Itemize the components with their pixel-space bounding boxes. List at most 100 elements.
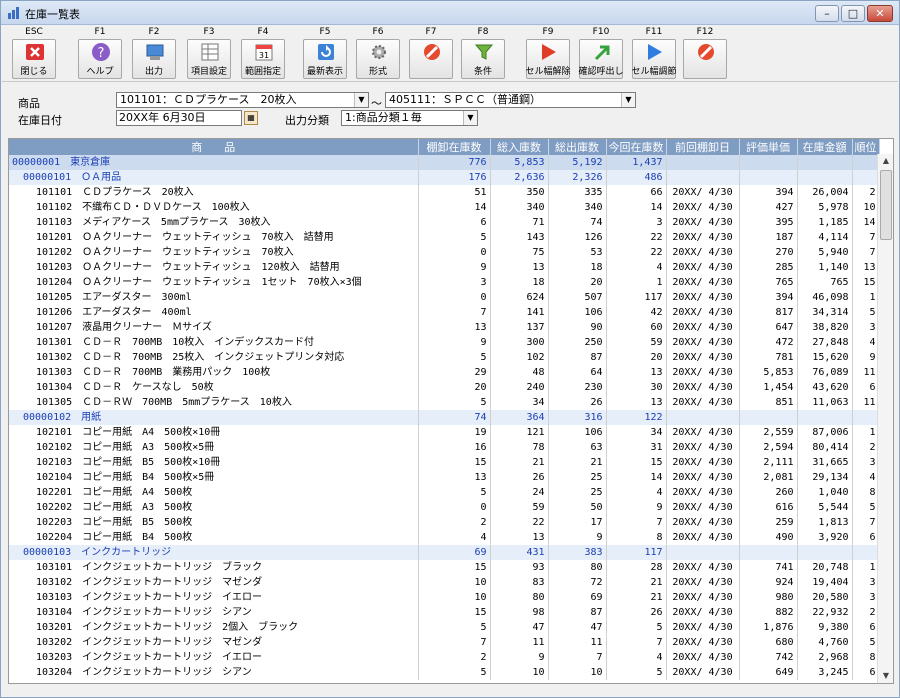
- cell-c3: 90: [548, 320, 607, 335]
- cell-c8: 11: [852, 365, 880, 380]
- table-row[interactable]: 101303 ＣＤ－Ｒ 700MB 業務用パック 100枚 29 48 64 13 20X…: [9, 365, 880, 380]
- cell-c1: 7: [418, 305, 491, 320]
- toolbar-button-f1[interactable]: F1 ? ヘルプ: [74, 26, 126, 82]
- toolbar-button-face[interactable]: 閉じる: [12, 39, 56, 79]
- inventory-grid[interactable]: 商 品棚卸在庫数 総入庫数 総出庫数 今回在庫数 前回棚卸日 評価単価 在庫金額 順位 000…: [8, 138, 894, 684]
- table-row[interactable]: 103101 インクジェットカートリッジ ブラック 15 93 80 28 20XX/ 4…: [9, 560, 880, 575]
- column-header[interactable]: 総入庫数: [490, 139, 549, 155]
- toolbar-button-face[interactable]: 項目設定: [187, 39, 231, 79]
- table-row[interactable]: 103201 インクジェットカートリッジ 2個入 ブラック 5 47 47 5 20XX/…: [9, 620, 880, 635]
- table-row[interactable]: 101305 ＣＤ－ＲＷ 700MB 5mmプラケース 10枚入 5 34 26 13 2…: [9, 395, 880, 410]
- column-header[interactable]: 棚卸在庫数: [418, 139, 491, 155]
- table-row[interactable]: 101202 ＯＡクリーナー ウェットティッシュ 70枚入 0 75 53 22 20XX…: [9, 245, 880, 260]
- column-header[interactable]: 評価単価: [739, 139, 798, 155]
- toolbar-button-f4[interactable]: F4 31 範囲指定: [237, 26, 289, 82]
- cell-c1: 5: [418, 620, 491, 635]
- column-header[interactable]: 順位: [852, 139, 880, 155]
- column-header[interactable]: 在庫金額: [797, 139, 853, 155]
- table-row[interactable]: 101204 ＯＡクリーナー ウェットティッシュ 1セット 70枚入×3個 3 18…: [9, 275, 880, 290]
- toolbar-button-f11[interactable]: F11 セル幅調節: [628, 26, 680, 82]
- toolbar-button-f2[interactable]: F2 出力: [128, 26, 180, 82]
- product-name: インクジェットカートリッジ イエロー: [82, 651, 263, 663]
- group-row[interactable]: 00000001 東京倉庫 776 5,853 5,192 1,437: [9, 155, 880, 170]
- close-window-button[interactable]: ✕: [867, 5, 893, 22]
- toolbar-button-face[interactable]: [409, 39, 453, 79]
- table-row[interactable]: 101301 ＣＤ－Ｒ 700MB 10枚入 インデックスカード付 9 300 250…: [9, 335, 880, 350]
- table-row[interactable]: 101203 ＯＡクリーナー ウェットティッシュ 120枚入 詰替用 9 13 18 4…: [9, 260, 880, 275]
- group-row[interactable]: 00000102 用紙 74 364 316 122: [9, 410, 880, 425]
- toolbar-button-f7[interactable]: F7: [405, 26, 457, 82]
- table-row[interactable]: 102101 コピー用紙 A4 500枚×10冊 19 121 106 34 20XX/ …: [9, 425, 880, 440]
- scroll-thumb[interactable]: [880, 170, 892, 240]
- table-row[interactable]: 103202 インクジェットカートリッジ マゼンダ 7 11 11 7 20XX/ 4/3…: [9, 635, 880, 650]
- vertical-scrollbar[interactable]: ▲ ▼: [877, 154, 893, 683]
- table-row[interactable]: 101103 メディアケース 5mmプラケース 30枚入 6 71 74 3 20XX/ …: [9, 215, 880, 230]
- group-row[interactable]: 00000101 ＯＡ用品 176 2,636 2,326 486: [9, 170, 880, 185]
- column-header[interactable]: 総出庫数: [548, 139, 607, 155]
- table-row[interactable]: 101102 不織布ＣＤ・ＤＶＤケース 100枚入 14 340 340 14 20XX/…: [9, 200, 880, 215]
- table-row[interactable]: 102204 コピー用紙 B4 500枚 4 13 9 8 20XX/ 4/30 490 3,…: [9, 530, 880, 545]
- table-row[interactable]: 103203 インクジェットカートリッジ イエロー 2 9 7 4 20XX/ 4/30 7…: [9, 650, 880, 665]
- product-name: ＣＤ－Ｒ ケースなし 50枚: [82, 381, 214, 393]
- toolbar-button-face[interactable]: 最新表示: [303, 39, 347, 79]
- table-row[interactable]: 101101 ＣＤプラケース 20枚入 51 350 335 66 20XX/ 4/30 3…: [9, 185, 880, 200]
- svg-text:?: ?: [98, 46, 105, 61]
- toolbar-button-face[interactable]: 条件: [461, 39, 505, 79]
- table-row[interactable]: 102104 コピー用紙 B4 500枚×5冊 13 26 25 14 20XX/ 4/3…: [9, 470, 880, 485]
- toolbar-button-face[interactable]: [683, 39, 727, 79]
- toolbar-button-f12[interactable]: F12: [679, 26, 731, 82]
- toolbar-button-face[interactable]: 確認呼出し: [578, 39, 624, 79]
- table-row[interactable]: 103204 インクジェットカートリッジ シアン 5 10 10 5 20XX/ 4/30…: [9, 665, 880, 680]
- output-class-select[interactable]: 1:商品分類１毎 ▼: [341, 110, 478, 126]
- table-row[interactable]: 103104 インクジェットカートリッジ シアン 15 98 87 26 20XX/ 4/…: [9, 605, 880, 620]
- toolbar-button-f6[interactable]: F6 形式: [352, 26, 404, 82]
- product-name: コピー用紙 A3 500枚: [82, 501, 193, 513]
- inventory-date-field[interactable]: 20XX年 6月30日: [116, 110, 242, 126]
- table-row[interactable]: 102103 コピー用紙 B5 500枚×10冊 15 21 21 15 20XX/ 4/…: [9, 455, 880, 470]
- table-row[interactable]: 102203 コピー用紙 B5 500枚 2 22 17 7 20XX/ 4/30 259 1…: [9, 515, 880, 530]
- table-row[interactable]: 102102 コピー用紙 A3 500枚×5冊 16 78 63 31 20XX/ 4/3…: [9, 440, 880, 455]
- maximize-button[interactable]: □: [841, 5, 865, 22]
- toolbar-button-f8[interactable]: F8 条件: [457, 26, 509, 82]
- toolbar-button-esc[interactable]: ESC 閉じる: [8, 26, 60, 82]
- toolbar-button-face[interactable]: セル幅解除: [525, 39, 571, 79]
- product-to-select[interactable]: 405111：ＳＰＣＣ（普通鋼） ▼: [385, 92, 636, 108]
- toolbar-button-f10[interactable]: F10 確認呼出し: [575, 26, 627, 82]
- table-row[interactable]: 103103 インクジェットカートリッジ イエロー 10 80 69 21 20XX/ 4…: [9, 590, 880, 605]
- table-row[interactable]: 101201 ＯＡクリーナー ウェットティッシュ 70枚入 詰替用 5 143 126…: [9, 230, 880, 245]
- toolbar-button-f5[interactable]: F5 最新表示: [299, 26, 351, 82]
- cell-c7: 9,380: [797, 620, 853, 635]
- toolbar-button-face[interactable]: 31 範囲指定: [241, 39, 285, 79]
- column-header[interactable]: 今回在庫数: [606, 139, 667, 155]
- table-row[interactable]: 101206 エアーダスター 400ml 7 141 106 42 20XX/ 4/30 8…: [9, 305, 880, 320]
- column-header[interactable]: 商 品: [9, 139, 419, 155]
- product-from-select[interactable]: 101101：ＣＤプラケース 20枚入 ▼: [116, 92, 369, 108]
- cell-c3: 316: [548, 410, 607, 425]
- cell-c6: 2,559: [739, 425, 798, 440]
- table-row[interactable]: 101205 エアーダスター 300ml 0 624 507 117 20XX/ 4/30…: [9, 290, 880, 305]
- column-header[interactable]: 前回棚卸日: [666, 139, 740, 155]
- table-row[interactable]: 102202 コピー用紙 A3 500枚 0 59 50 9 20XX/ 4/30 616 5…: [9, 500, 880, 515]
- table-row[interactable]: 101302 ＣＤ－Ｒ 700MB 25枚入 インクジェットプリンタ対応 5 102…: [9, 350, 880, 365]
- table-row[interactable]: 101304 ＣＤ－Ｒ ケースなし 50枚 20 240 230 30 20XX/ 4/3…: [9, 380, 880, 395]
- toolbar-button-face[interactable]: ? ヘルプ: [78, 39, 122, 79]
- toolbar-button-f3[interactable]: F3 項目設定: [183, 26, 235, 82]
- cell-c7: 2,968: [797, 650, 853, 665]
- scroll-up-icon[interactable]: ▲: [879, 154, 893, 168]
- minimize-button[interactable]: –: [815, 5, 839, 22]
- table-row[interactable]: 102201 コピー用紙 A4 500枚 5 24 25 4 20XX/ 4/30 260 1…: [9, 485, 880, 500]
- function-key-label: F1: [94, 27, 106, 37]
- cell-c6: 395: [739, 215, 798, 230]
- calendar-icon[interactable]: ▦: [244, 111, 258, 125]
- toolbar-button-face[interactable]: 出力: [132, 39, 176, 79]
- table-row[interactable]: 103102 インクジェットカートリッジ マゼンダ 10 83 72 21 20XX/ 4…: [9, 575, 880, 590]
- table-row[interactable]: 101207 液晶用クリーナー Ｍサイズ 13 137 90 60 20XX/ 4/30 6…: [9, 320, 880, 335]
- toolbar-button-face[interactable]: 形式: [356, 39, 400, 79]
- product-name: インクジェットカートリッジ シアン: [82, 606, 252, 618]
- toolbar-button-label: 確認呼出し: [578, 67, 624, 77]
- cell-c4: 122: [606, 410, 667, 425]
- toolbar-button-face[interactable]: セル幅調節: [631, 39, 677, 79]
- group-row[interactable]: 00000103 インクカートリッジ 69 431 383 117: [9, 545, 880, 560]
- toolbar-button-f9[interactable]: F9 セル幅解除: [522, 26, 574, 82]
- scroll-down-icon[interactable]: ▼: [879, 669, 893, 683]
